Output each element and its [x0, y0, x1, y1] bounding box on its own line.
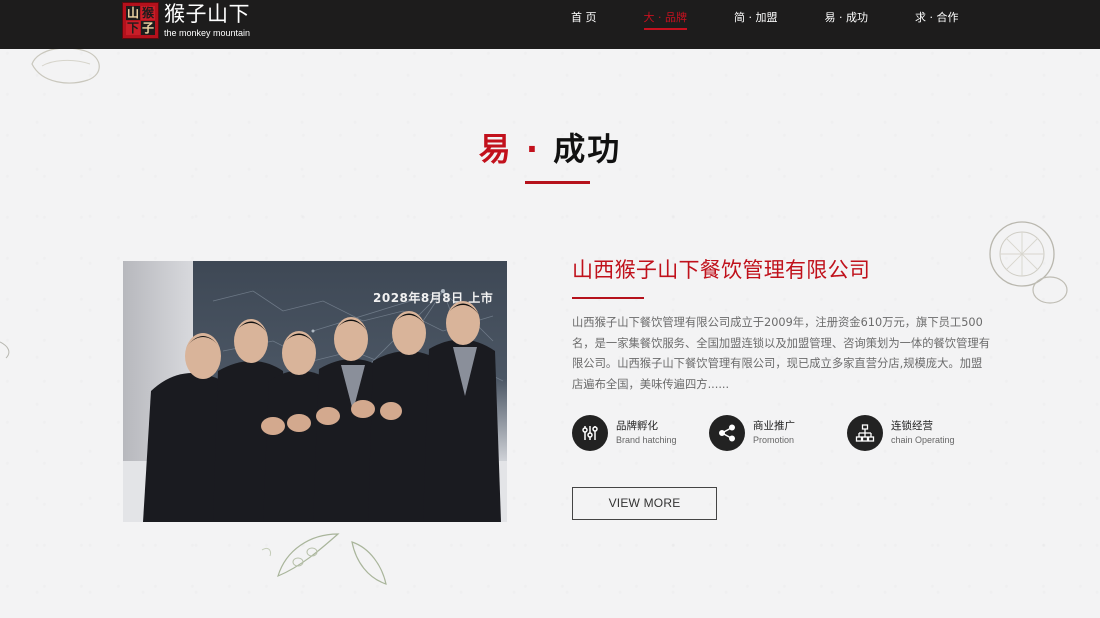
- logo-chinese-name: 猴子山下: [164, 2, 250, 26]
- seal-char: 山: [126, 6, 140, 20]
- leaf-sketch-icon: [0, 341, 10, 359]
- feature-promotion[interactable]: 商业推广 Promotion: [709, 415, 795, 451]
- feature-sublabel: Brand hatching: [616, 435, 677, 445]
- feature-label: 商业推广: [753, 420, 795, 432]
- nav-item-success[interactable]: 易 · 成功: [825, 10, 869, 30]
- section-title-accent: 易 ·: [478, 130, 541, 168]
- feature-sublabel: Promotion: [753, 435, 795, 445]
- share-icon: [709, 415, 745, 451]
- logo-english-name: the monkey mountain: [164, 28, 251, 38]
- team-photo: 2028年8月8日 上市: [123, 261, 507, 522]
- peapod-sketch-icon: [261, 533, 387, 585]
- company-name-heading: 山西猴子山下餐饮管理有限公司: [572, 258, 871, 282]
- section-title-underline: [525, 181, 590, 184]
- company-description: 山西猴子山下餐饮管理有限公司成立于2009年，注册资金610万元，旗下员工500…: [572, 316, 990, 391]
- brand-logo[interactable]: 山 猴 下 子 猴子山下 the monkey mountain: [122, 2, 250, 40]
- feature-label: 品牌孵化: [616, 420, 658, 432]
- section-title: 易 · 成功: [0, 124, 1100, 170]
- feature-brand-hatching[interactable]: 品牌孵化 Brand hatching: [572, 415, 677, 451]
- company-heading-underline: [572, 297, 644, 299]
- brand-icon: [572, 415, 608, 451]
- garlic-sketch-icon: [31, 47, 100, 84]
- nav-item-franchise[interactable]: 简 · 加盟: [734, 10, 778, 30]
- org-chart-icon: [847, 415, 883, 451]
- seal-char: 下: [126, 21, 140, 35]
- top-navigation-bar: 山 猴 下 子 猴子山下 the monkey mountain 首 页 大 ·…: [0, 0, 1100, 49]
- view-more-button[interactable]: VIEW MORE: [572, 487, 717, 520]
- lemon-sketch-icon: [989, 221, 1068, 304]
- nav-item-brand[interactable]: 大 · 品牌: [643, 10, 687, 30]
- team-members-illustration: [123, 301, 507, 522]
- feature-label: 连锁经营: [891, 420, 933, 432]
- feature-chain-operating[interactable]: 连锁经营 chain Operating: [847, 415, 955, 451]
- nav-item-home[interactable]: 首 页: [571, 10, 597, 30]
- logo-seal-icon: 山 猴 下 子: [122, 2, 159, 39]
- feature-sublabel: chain Operating: [891, 435, 955, 445]
- section-title-main: 成功: [540, 130, 622, 168]
- main-nav: 首 页 大 · 品牌 简 · 加盟 易 · 成功 求 · 合作: [571, 10, 1006, 30]
- seal-char: 猴: [141, 6, 155, 20]
- nav-item-cooperation[interactable]: 求 · 合作: [915, 10, 959, 30]
- seal-char: 子: [141, 21, 155, 35]
